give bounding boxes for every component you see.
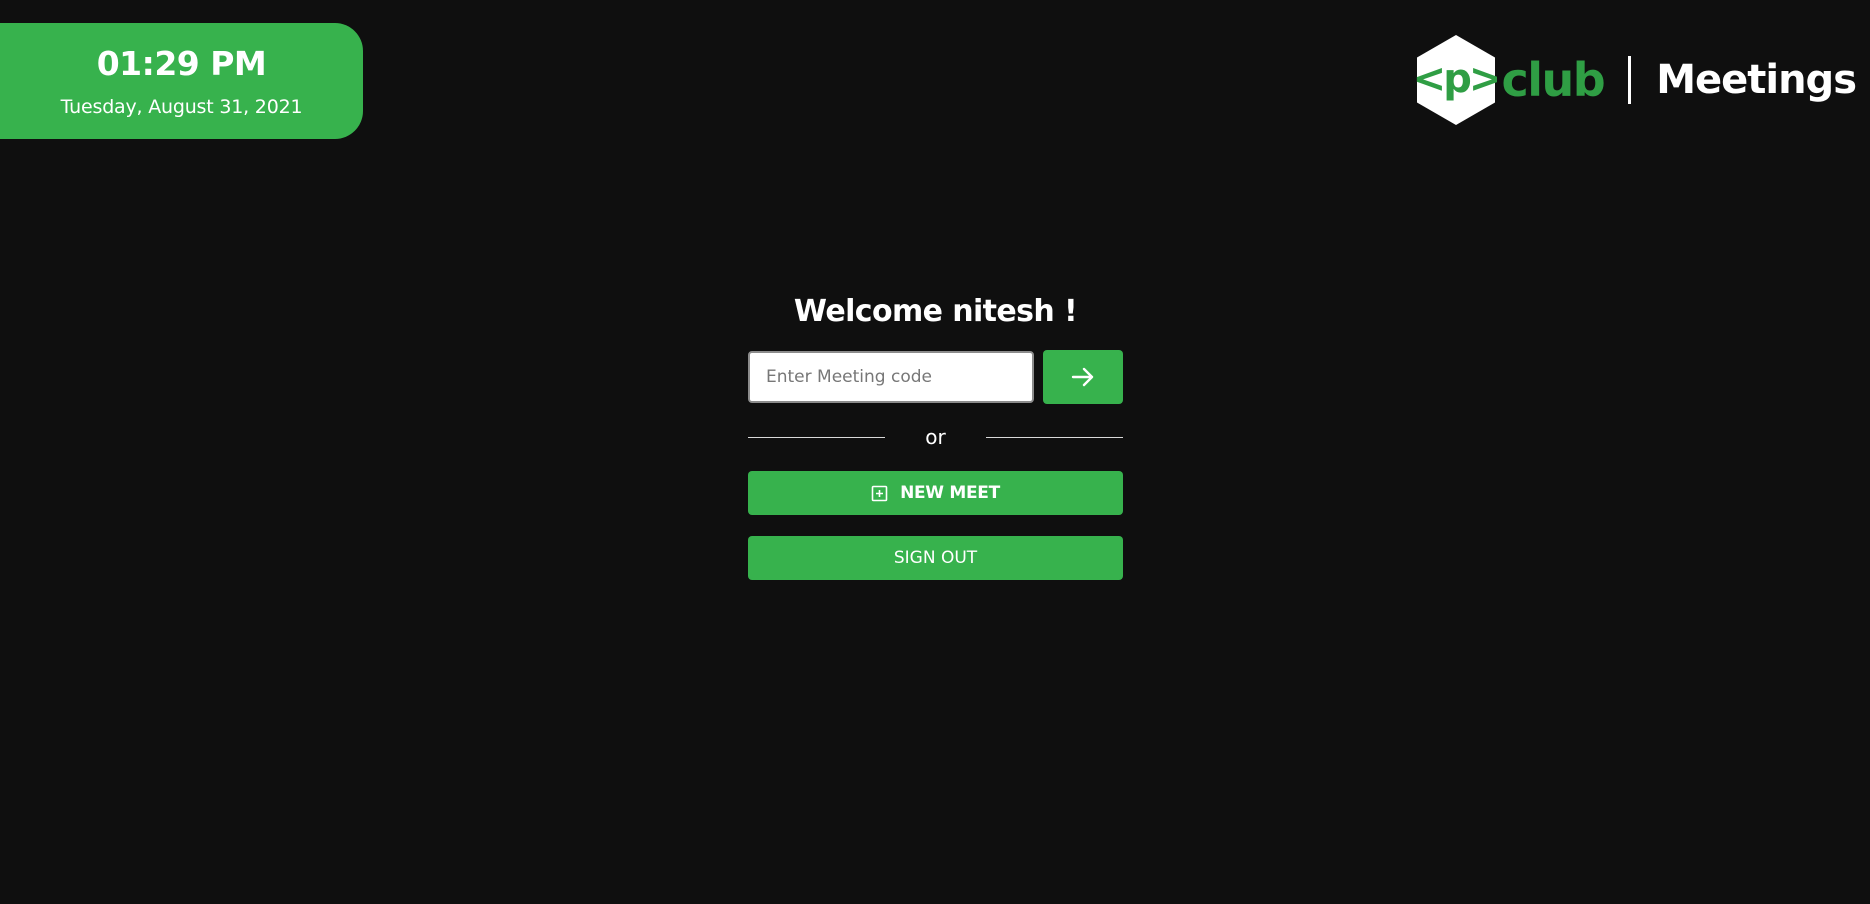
new-meet-button[interactable]: NEW MEET — [748, 471, 1123, 515]
logo-code-text: <p> — [1415, 56, 1497, 102]
or-divider-line-right — [986, 436, 1123, 438]
brand-title: Meetings — [1656, 57, 1857, 103]
clock-card: 01:29 PM Tuesday, August 31, 2021 — [0, 23, 363, 139]
meetings-home-page: 01:29 PM Tuesday, August 31, 2021 <p> cl… — [0, 0, 1870, 904]
arrow-right-icon — [1071, 367, 1094, 387]
plus-square-icon — [871, 485, 888, 501]
join-panel: Welcome nitesh ! or NEW MEET SIGN OUT — [748, 290, 1123, 580]
or-divider: or — [748, 424, 1123, 450]
sign-out-button[interactable]: SIGN OUT — [748, 536, 1123, 580]
clock-time: 01:29 PM — [96, 44, 267, 83]
welcome-heading: Welcome nitesh ! — [793, 294, 1078, 329]
or-divider-text: or — [925, 425, 946, 449]
brand-club-text: club — [1501, 53, 1605, 107]
hexagon-code-logo-icon: <p> — [1415, 35, 1497, 125]
or-divider-line-left — [748, 436, 885, 438]
join-meeting-row — [748, 350, 1123, 404]
clock-date: Tuesday, August 31, 2021 — [60, 96, 303, 118]
brand-divider — [1628, 56, 1632, 104]
brand-header: <p> club Meetings — [1415, 33, 1857, 127]
join-meeting-button[interactable] — [1043, 350, 1123, 404]
sign-out-label: SIGN OUT — [893, 548, 978, 568]
new-meet-label: NEW MEET — [900, 483, 1000, 503]
meeting-code-input[interactable] — [748, 351, 1034, 403]
